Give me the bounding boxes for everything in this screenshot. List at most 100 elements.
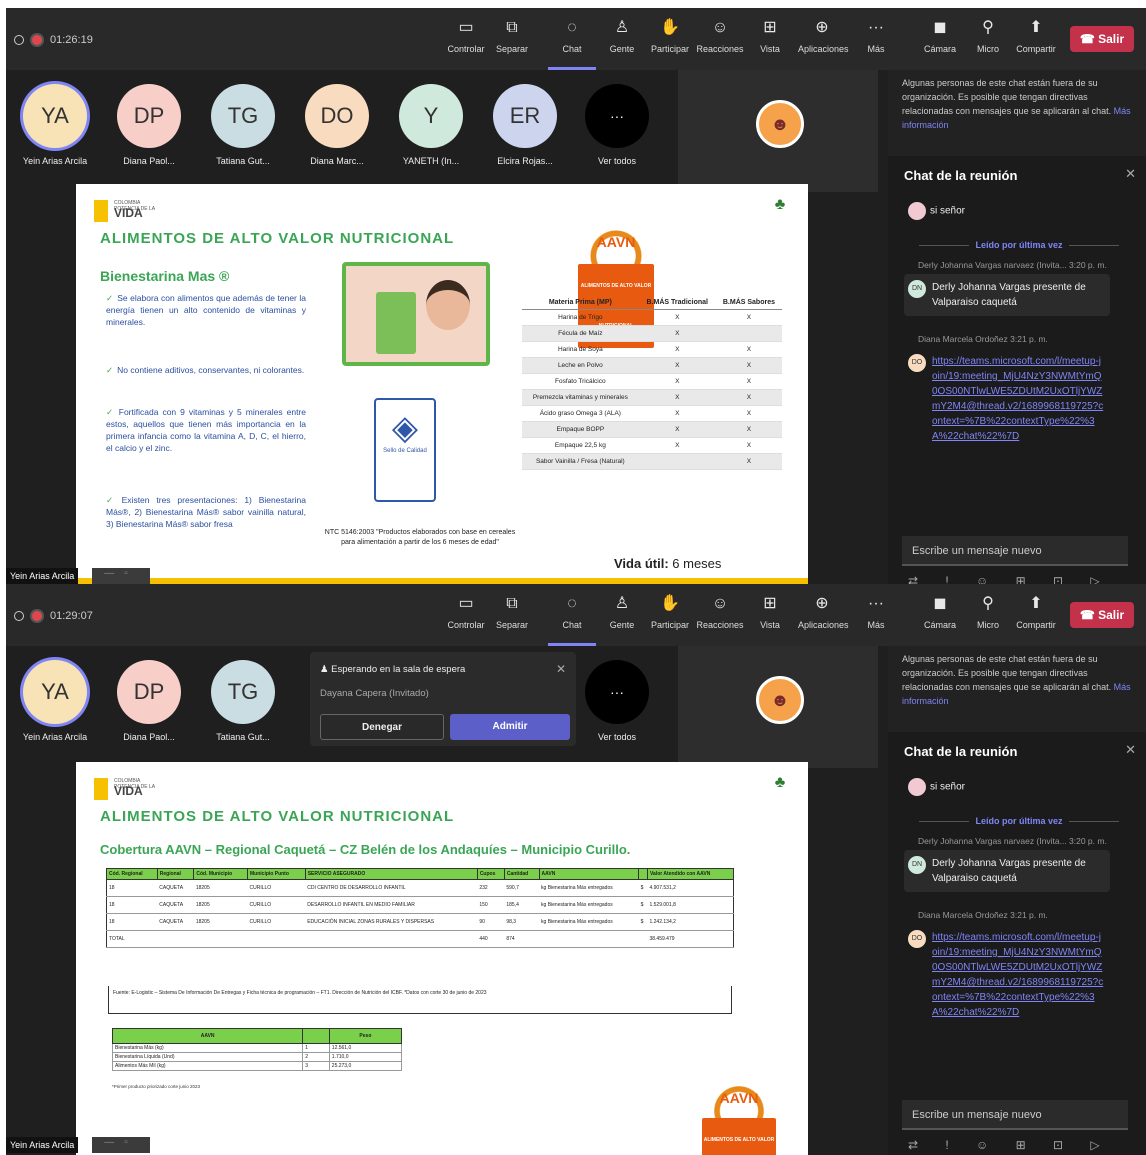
pop-out-icon: ⧉ <box>506 595 518 612</box>
meeting-timer: 01:26:19 <box>50 34 93 46</box>
chat-icon: ◌ <box>567 19 577 36</box>
participant-tile[interactable]: TG Tatiana Gut... <box>198 84 288 166</box>
ntc-caption: NTC 5146:2003 "Productos elaborados con … <box>324 529 516 546</box>
meeting-toolbar: 01:26:19 ▭ Controlar ⧉ Separar ◌ Chat ♙ Gent… <box>6 8 1146 70</box>
mic-off-icon: ⚲ <box>982 595 994 612</box>
self-name-tag: Yein Arias Arcila <box>6 568 79 584</box>
chat-message: DN Derly Johanna Vargas presente de Valpa… <box>904 850 1110 892</box>
icbf-tree-icon: ♣ <box>774 196 786 213</box>
pop-out-button[interactable]: ⧉ Separar <box>488 18 536 54</box>
bullet: ✓ Fortificada con 9 vitaminas y 5 mineral… <box>106 407 306 453</box>
message-input[interactable]: Escribe un mensaje nuevo <box>902 536 1128 566</box>
reactions-button[interactable]: ☺ Reacciones <box>696 594 744 630</box>
meeting-link[interactable]: https://teams.microsoft.com/l/meetup-joi… <box>932 356 1103 442</box>
avatar: DN <box>908 280 926 298</box>
message-input[interactable]: Escribe un mensaje nuevo <box>902 1100 1128 1130</box>
aavn-logo: AAVNALIMENTOS DE ALTO VALOR NUTRICIONAL <box>578 222 654 348</box>
see-all-participants[interactable]: ··· Ver todos <box>572 84 662 166</box>
table-row: TOTAL 440 874 38.459.479 <box>106 930 734 948</box>
camera-button[interactable]: ◼ Cámara <box>916 18 964 54</box>
video-tile[interactable]: ☻ <box>678 70 878 192</box>
view-icon: ⊞ <box>763 595 777 612</box>
leave-button[interactable]: ☎ Salir <box>1070 602 1134 628</box>
close-icon[interactable]: ✕ <box>556 662 566 676</box>
table-row: 18 CAQUETA 18205 CURILLO CDI CENTRO DE DESAR… <box>106 879 734 897</box>
share-button[interactable]: ⬆ Compartir <box>1012 594 1060 630</box>
participant-tile[interactable]: DP Diana Paol... <box>104 660 194 742</box>
control-button[interactable]: ▭ Controlar <box>442 18 490 54</box>
meeting-timer: 01:29:07 <box>50 610 93 622</box>
chat-icon: ◌ <box>567 595 577 612</box>
chat-message: DN Derly Johanna Vargas presente de Valpa… <box>904 274 1110 316</box>
control-button[interactable]: ▭ Controlar <box>442 594 490 630</box>
apps-button[interactable]: ⊕ Aplicaciones <box>798 18 849 54</box>
admit-button[interactable]: Admitir <box>450 714 570 740</box>
video-controls[interactable]: —▫ <box>92 1137 150 1153</box>
read-receipt: Leído por última vez <box>908 240 1130 250</box>
camera-button[interactable]: ◼ Cámara <box>916 594 964 630</box>
reactions-button[interactable]: ☺ Reacciones <box>696 18 744 54</box>
see-all-participants[interactable]: ··· Ver todos <box>572 660 662 742</box>
lobby-notification: ♟ Esperando en la sala de espera ✕ Dayan… <box>310 652 576 746</box>
apps-button[interactable]: ⊕ Aplicaciones <box>798 594 849 630</box>
table-row: Ácido graso Omega 3 (ALA) X X <box>522 405 782 422</box>
icbf-tree-icon: ♣ <box>774 774 786 791</box>
colombia-vida-logo: COLOMBIA POTENCIA DE LA VIDA <box>94 778 164 804</box>
table-row: Empaque BOPP X X <box>522 421 782 438</box>
view-button[interactable]: ⊞ Vista <box>746 594 794 630</box>
participant-tile[interactable]: ER Elcira Rojas... <box>480 84 570 166</box>
quality-seal-icon: ◈ Sello de Calidad <box>374 398 436 502</box>
react-icon: ☺ <box>711 19 729 36</box>
lobby-title: ♟ Esperando en la sala de espera <box>320 664 466 675</box>
avatar: ER <box>493 84 557 148</box>
share-button[interactable]: ⬆ Compartir <box>1012 18 1060 54</box>
bullet: ✓ No contiene aditivos, conservantes, ni … <box>106 365 305 375</box>
view-icon: ⊞ <box>763 19 777 36</box>
participant-tile[interactable]: Y YANETH (In... <box>386 84 476 166</box>
raise-hand-button[interactable]: ✋ Participar <box>646 594 694 630</box>
table-row: Premezcla vitaminas y minerales X X <box>522 389 782 406</box>
chat-button[interactable]: ◌ Chat <box>548 594 596 646</box>
mic-button[interactable]: ⚲ Micro <box>964 18 1012 54</box>
more-button[interactable]: ··· Más <box>852 594 900 630</box>
people-button[interactable]: ♙ Gente <box>598 18 646 54</box>
pop-out-button[interactable]: ⧉ Separar <box>488 594 536 630</box>
screen-share-icon: ▭ <box>458 19 474 36</box>
avatar: DO <box>305 84 369 148</box>
close-icon[interactable]: ✕ <box>1125 166 1136 182</box>
recording-dot-icon <box>32 35 42 45</box>
compose-toolbar[interactable]: ⇄ ! ☺ ⊞ ⊡ ▷ ··· <box>908 1138 1146 1155</box>
icbf-logo-icon: ☻ <box>756 676 804 724</box>
product-photo <box>342 262 490 366</box>
more-button[interactable]: ··· Más <box>852 18 900 54</box>
chat-header: Chat de la reunión ✕ <box>904 166 1136 183</box>
people-icon: ♟ <box>320 664 332 675</box>
shared-slide: COLOMBIA POTENCIA DE LA VIDA ♣ ALIMENTOS … <box>76 762 808 1155</box>
participant-tile[interactable]: YA Yein Arias Arcila <box>10 660 100 742</box>
video-controls[interactable]: —▫ <box>92 568 150 584</box>
close-icon[interactable]: ✕ <box>1125 742 1136 758</box>
meeting-link[interactable]: https://teams.microsoft.com/l/meetup-joi… <box>932 932 1103 1018</box>
view-button[interactable]: ⊞ Vista <box>746 18 794 54</box>
raise-hand-button[interactable]: ✋ Participar <box>646 18 694 54</box>
external-notice: Algunas personas de este chat están fuer… <box>888 646 1146 732</box>
video-tile[interactable]: ☻ <box>678 646 878 768</box>
message-meta: Diana Marcela Ordoñez 3:21 p. m. <box>918 910 1048 920</box>
chat-button[interactable]: ◌ Chat <box>548 18 596 70</box>
participant-tile[interactable]: DO Diana Marc... <box>292 84 382 166</box>
message-meta: Diana Marcela Ordoñez 3:21 p. m. <box>918 334 1048 344</box>
people-button[interactable]: ♙ Gente <box>598 594 646 630</box>
table-footnote: *Primer producto priorizado corte junio … <box>112 1084 201 1089</box>
mic-button[interactable]: ⚲ Micro <box>964 594 1012 630</box>
table-row: Harina de Trigo X X <box>522 309 782 326</box>
participant-tile[interactable]: DP Diana Paol... <box>104 84 194 166</box>
shared-slide: COLOMBIA POTENCIA DE LA VIDA ♣ ALIMENTOS … <box>76 184 808 586</box>
external-notice: Algunas personas de este chat están fuer… <box>888 70 1146 156</box>
deny-button[interactable]: Denegar <box>320 714 444 740</box>
avatar: TG <box>211 660 275 724</box>
participant-tile[interactable]: YA Yein Arias Arcila <box>10 84 100 166</box>
leave-button[interactable]: ☎ Salir <box>1070 26 1134 52</box>
participant-tile[interactable]: TG Tatiana Gut... <box>198 660 288 742</box>
table-row: Leche en Polvo X X <box>522 357 782 374</box>
icbf-logo-icon: ☻ <box>756 100 804 148</box>
